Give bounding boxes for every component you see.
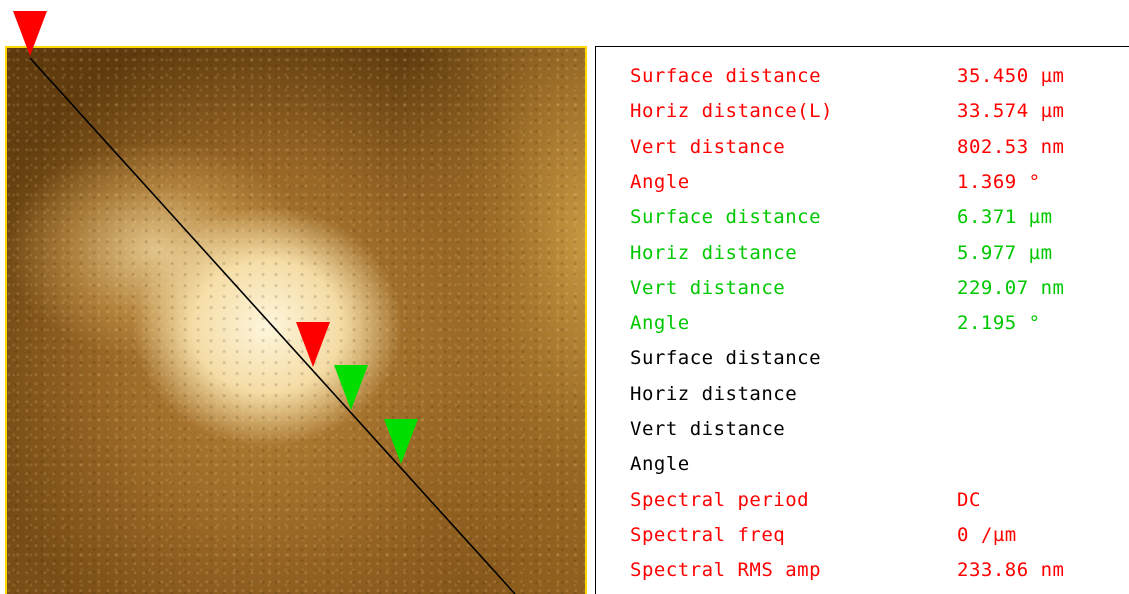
- measurement-label: Angle: [630, 453, 690, 476]
- measurement-label: Surface distance: [630, 65, 822, 87]
- measurement-value: 2.195 °: [957, 312, 1041, 335]
- red-cursor-mid-marker[interactable]: [296, 322, 330, 367]
- measurement-value: 229.07 nm: [957, 276, 1065, 299]
- measurement-label: Spectral freq: [630, 523, 786, 546]
- measurement-value: 1.369 °: [957, 170, 1041, 193]
- measurement-row: Surface distance 6.371 µm: [630, 202, 1053, 232]
- measurement-value: 5.977 µm: [957, 241, 1053, 264]
- section-line[interactable]: [29, 57, 516, 594]
- measurement-value: 6.371 µm: [957, 206, 1053, 229]
- measurement-label: Vert distance: [630, 276, 786, 299]
- green-cursor-end-marker[interactable]: [384, 419, 418, 464]
- measurement-row: Vert distance 229.07 nm: [630, 273, 1064, 303]
- measurement-value: 33.574 µm: [957, 100, 1065, 123]
- measurement-panel: Surface distance 35.450 µm Horiz distance(…: [595, 46, 1129, 594]
- measurement-label: Horiz distance(L): [630, 100, 833, 123]
- measurement-row: Horiz distance 5.977 µm: [630, 238, 1053, 268]
- measurement-row: Surface distance: [630, 343, 957, 373]
- green-cursor-start-marker[interactable]: [334, 365, 368, 410]
- measurement-row: Angle 2.195 °: [630, 308, 1041, 338]
- measurement-row: Angle: [630, 449, 957, 479]
- measurement-value: 0 /µm: [957, 523, 1017, 546]
- measurement-value: DC: [957, 488, 981, 511]
- measurement-row: Spectral RMS amp 233.86 nm: [630, 555, 1064, 585]
- measurement-label: Spectral period: [630, 488, 810, 511]
- measurement-label: Surface distance: [630, 347, 822, 370]
- measurement-label: Horiz distance: [630, 241, 798, 264]
- measurement-label: Angle: [630, 170, 690, 193]
- measurement-row: Vert distance: [630, 414, 957, 444]
- measurement-value: 233.86 nm: [957, 559, 1065, 582]
- measurement-value: 802.53 nm: [957, 135, 1065, 158]
- measurement-label: Vert distance: [630, 418, 786, 440]
- measurement-row: Surface distance 35.450 µm: [630, 61, 1064, 91]
- measurement-row: Angle 1.369 °: [630, 167, 1041, 197]
- red-cursor-start-marker[interactable]: [13, 11, 47, 56]
- measurement-row: Vert distance 802.53 nm: [630, 132, 1064, 162]
- measurement-label: Surface distance: [630, 206, 822, 229]
- measurement-label: Angle: [630, 312, 690, 335]
- measurement-row: Horiz distance: [630, 379, 957, 409]
- measurement-label: Horiz distance: [630, 382, 798, 405]
- measurement-row: Spectral freq 0 /µm: [630, 520, 1017, 550]
- measurement-label: Vert distance: [630, 135, 786, 158]
- measurement-row: Horiz distance(L) 33.574 µm: [630, 96, 1064, 126]
- measurement-label: Spectral RMS amp: [630, 559, 822, 582]
- measurement-row: Spectral period DC: [630, 485, 981, 515]
- measurement-value: 35.450 µm: [957, 65, 1065, 87]
